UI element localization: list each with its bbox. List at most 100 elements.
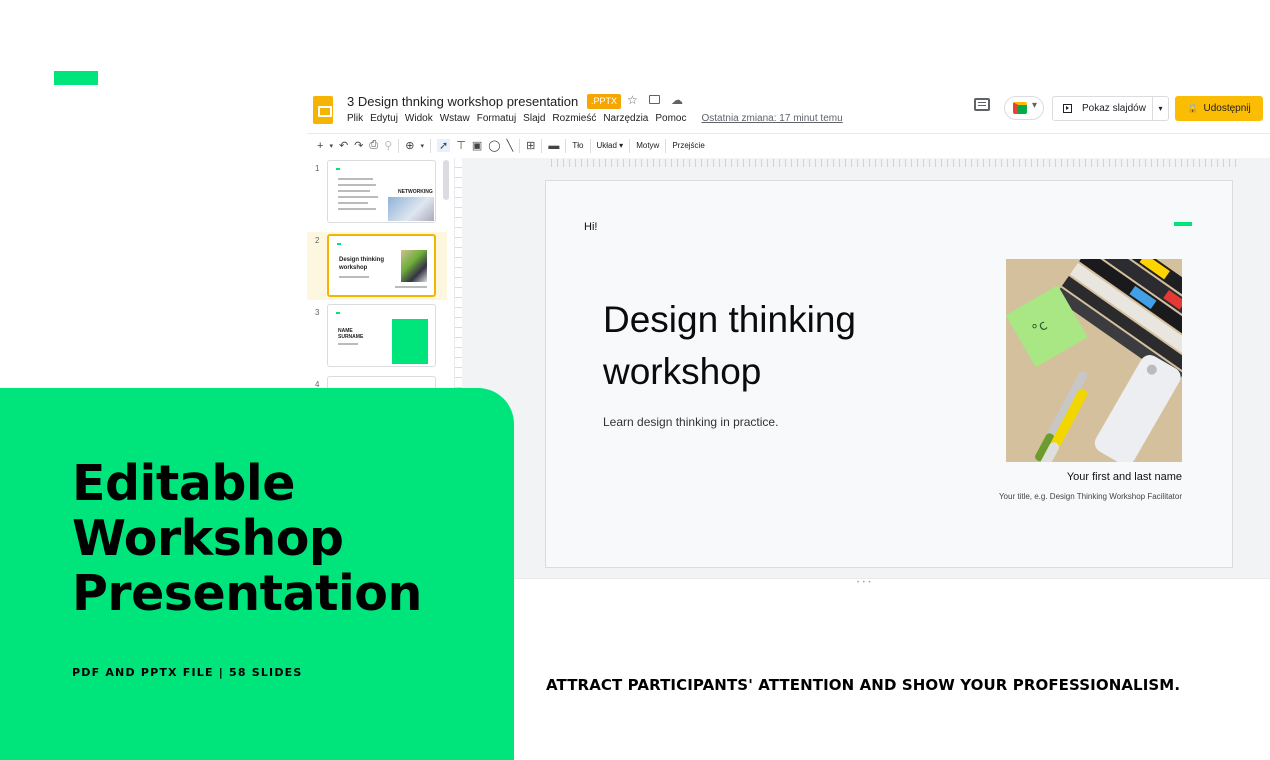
menu-help[interactable]: Pomoc (655, 113, 686, 124)
slide-number: 3 (315, 308, 320, 317)
chevron-down-icon[interactable]: ▾ (420, 142, 424, 150)
promo-page: 3 Design thnking workshop presentation .… (0, 0, 1270, 760)
line-icon[interactable]: ╲ (507, 139, 514, 152)
slides-logo-icon[interactable] (313, 96, 333, 124)
menu-insert[interactable]: Wstaw (440, 113, 470, 124)
thumbnail-text-line (338, 202, 368, 204)
theme-button[interactable]: Motyw (636, 141, 659, 150)
document-title[interactable]: 3 Design thnking workshop presentation (347, 94, 578, 109)
move-to-folder-icon[interactable] (649, 95, 660, 104)
presenter-role[interactable]: Your title, e.g. Design Thinking Worksho… (926, 492, 1182, 501)
print-icon[interactable]: ⎙ (369, 139, 378, 152)
menu-view[interactable]: Widok (405, 113, 433, 124)
thumbnail-text-line (338, 184, 376, 186)
thumbnail-accent (336, 312, 340, 314)
thumbnail-heading: NAME SURNAME (338, 328, 364, 340)
speaker-notes-divider[interactable]: • • • (462, 578, 1270, 588)
thumbnail-heading: NETWORKING (398, 189, 433, 195)
filmstrip-item-selected[interactable]: 2 Design thinking workshop (307, 232, 447, 300)
slide-thumbnail[interactable]: NETWORKING (327, 160, 436, 223)
lock-icon: 🔒 (1187, 103, 1199, 113)
select-cursor-icon[interactable]: ➚ (437, 139, 451, 152)
horizontal-ruler (546, 159, 1236, 167)
shape-icon[interactable]: ◯ (488, 139, 500, 152)
text-box-icon[interactable]: ⊤ (456, 139, 466, 152)
thumbnail-text-line (395, 286, 427, 288)
chevron-down-icon[interactable]: ▾ (329, 142, 333, 150)
toolbar-divider (398, 138, 400, 153)
thumbnail-photo (388, 197, 434, 221)
menu-tools[interactable]: Narzędzia (603, 113, 648, 124)
share-label: Udostępnij (1203, 103, 1251, 114)
app-header: 3 Design thnking workshop presentation .… (307, 88, 1270, 132)
toolbar-divider (430, 138, 431, 153)
thumbnail-text-line (338, 178, 373, 180)
slide-subtitle[interactable]: Learn design thinking in practice. (603, 415, 778, 429)
slide-thumbnail[interactable]: Design thinking workshop (327, 234, 436, 297)
toolbar: + ▾ ↶ ↷ ⎙ ⚲ ⊕ ▾ ➚ ⊤ ▣ ◯ ╲ ⊞ ▬ Tło Układ … (307, 133, 1270, 157)
slide-canvas-area: Hi! Design thinking workshop Learn desig… (462, 158, 1270, 588)
toolbar-divider (565, 138, 567, 153)
image-icon[interactable]: ▣ (472, 139, 482, 152)
present-label: Pokaz slajdów (1082, 103, 1146, 114)
meet-button[interactable]: ▾ (1004, 96, 1044, 120)
thumbnail-green-block (392, 319, 428, 364)
thumbnail-text-line (339, 276, 369, 278)
menu-arrange[interactable]: Rozmieść (552, 113, 596, 124)
presenter-name[interactable]: Your first and last name (966, 471, 1182, 483)
menu-file[interactable]: Plik (347, 113, 363, 124)
redo-icon[interactable]: ↷ (354, 139, 363, 152)
border-color-icon[interactable]: ▬ (548, 140, 559, 152)
zoom-icon[interactable]: ⊕ (405, 139, 414, 152)
thumbnail-text-line (338, 196, 378, 198)
thumbnail-photo (401, 250, 427, 282)
transition-button[interactable]: Przejście (672, 141, 704, 150)
toolbar-divider (589, 138, 591, 153)
drag-handle-icon[interactable]: • • • (857, 580, 872, 586)
slide-accent-bar (1174, 222, 1192, 226)
present-icon (1063, 104, 1072, 113)
cloud-status-icon[interactable]: ☁ (671, 93, 683, 107)
slide-number: 1 (315, 164, 320, 173)
accent-bar (54, 71, 98, 85)
background-button[interactable]: Tło (572, 141, 583, 150)
slide-photo[interactable]: °c (1006, 259, 1182, 462)
thumbnail-text-line (338, 190, 370, 192)
add-comment-icon[interactable]: ⊞ (526, 139, 535, 152)
file-type-badge: .PPTX (587, 94, 622, 109)
promo-tagline: ATTRACT PARTICIPANTS' ATTENTION AND SHOW… (546, 676, 1181, 694)
menu-edit[interactable]: Edytuj (370, 113, 398, 124)
filmstrip-item[interactable]: 1 NETWORKING (307, 160, 447, 228)
desk-photo-image: °c (1006, 259, 1182, 462)
thumbnail-accent (337, 243, 341, 245)
thumbnail-heading: Design thinking workshop (339, 257, 384, 271)
comment-icon[interactable] (974, 98, 990, 111)
toolbar-divider (519, 138, 521, 153)
menu-slide[interactable]: Slajd (523, 113, 545, 124)
slide-greeting[interactable]: Hi! (584, 221, 597, 233)
slide-title[interactable]: Design thinking workshop (603, 294, 923, 398)
undo-icon[interactable]: ↶ (339, 139, 348, 152)
thumbnail-text-line (338, 343, 358, 345)
new-slide-icon[interactable]: + (317, 140, 323, 152)
toolbar-divider (629, 138, 631, 153)
slide-number: 2 (315, 236, 320, 245)
filmstrip-item[interactable]: 3 NAME SURNAME (307, 304, 447, 372)
paint-format-icon[interactable]: ⚲ (384, 139, 392, 152)
share-button[interactable]: 🔒 Udostępnij (1175, 96, 1263, 121)
promo-card: Editable Workshop Presentation PDF AND P… (0, 388, 514, 760)
last-edit-link[interactable]: Ostatnia zmiana: 17 minut temu (701, 113, 842, 124)
toolbar-divider (541, 138, 543, 153)
present-button[interactable]: Pokaz slajdów ▾ (1052, 96, 1169, 121)
present-options-button[interactable]: ▾ (1152, 97, 1168, 120)
menu-format[interactable]: Formatuj (477, 113, 516, 124)
promo-heading: Editable Workshop Presentation (72, 455, 422, 622)
star-icon[interactable]: ☆ (627, 93, 638, 107)
filmstrip-scrollbar[interactable] (443, 160, 449, 200)
slide-canvas[interactable]: Hi! Design thinking workshop Learn desig… (545, 180, 1233, 568)
slide-thumbnail[interactable]: NAME SURNAME (327, 304, 436, 367)
menu-bar: Plik Edytuj Widok Wstaw Formatuj Slajd R… (347, 113, 843, 124)
layout-button[interactable]: Układ ▾ (597, 141, 624, 150)
meet-icon (1013, 102, 1027, 114)
toolbar-divider (665, 138, 667, 153)
